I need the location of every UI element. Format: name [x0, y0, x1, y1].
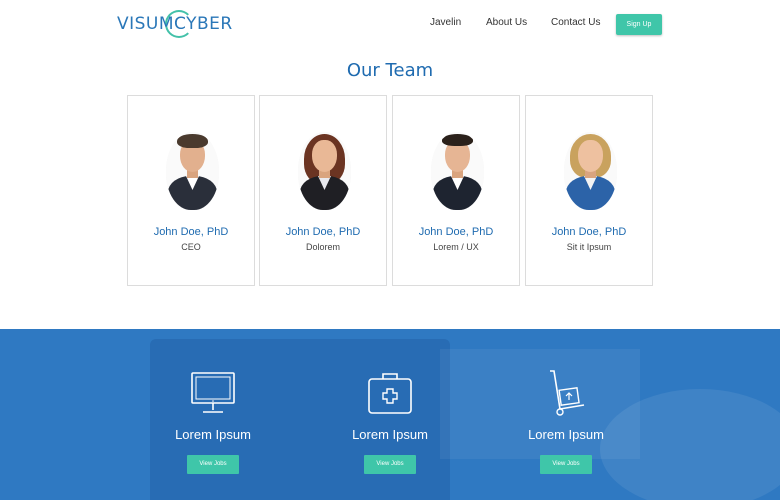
member-name: John Doe, PhD	[285, 226, 361, 238]
member-name: John Doe, PhD	[551, 226, 627, 238]
member-role: Lorem / UX	[433, 242, 479, 252]
view-jobs-button[interactable]: View Jobs	[540, 455, 592, 474]
features-section: Lorem Ipsum View Jobs Lorem Ipsum View J…	[0, 329, 780, 500]
feature-item: Lorem Ipsum View Jobs	[486, 329, 646, 500]
avatar	[564, 132, 617, 210]
team-card[interactable]: John Doe, PhD Dolorem	[259, 95, 387, 286]
feature-item: Lorem Ipsum View Jobs	[133, 329, 293, 500]
hand-truck-icon	[550, 370, 585, 416]
team-section: Our Team John Doe, PhD CEO John Doe, PhD…	[0, 46, 780, 330]
feature-title: Lorem Ipsum	[175, 427, 251, 442]
member-name: John Doe, PhD	[153, 226, 229, 238]
team-card[interactable]: John Doe, PhD Lorem / UX	[392, 95, 520, 286]
team-card[interactable]: John Doe, PhD CEO	[127, 95, 255, 286]
medical-kit-icon	[368, 373, 412, 414]
sign-up-button[interactable]: Sign Up	[616, 14, 662, 35]
nav-javelin[interactable]: Javelin	[430, 17, 461, 28]
nav-contact-us[interactable]: Contact Us	[551, 17, 600, 28]
nav-about-us[interactable]: About Us	[486, 17, 527, 28]
avatar	[431, 132, 484, 210]
avatar	[166, 132, 219, 210]
avatar	[298, 132, 351, 210]
computer-monitor-icon	[191, 372, 235, 413]
member-role: Sit it Ipsum	[566, 242, 612, 252]
feature-item: Lorem Ipsum View Jobs	[310, 329, 470, 500]
visumcyber-logo[interactable]: VISUMCYBER	[117, 9, 232, 38]
site-header: VISUMCYBER Javelin About Us Contact Us S…	[0, 0, 780, 46]
view-jobs-button[interactable]: View Jobs	[364, 455, 416, 474]
member-role: CEO	[181, 242, 201, 252]
feature-title: Lorem Ipsum	[352, 427, 428, 442]
logo-text: VISUMCYBER	[117, 14, 233, 34]
view-jobs-button[interactable]: View Jobs	[187, 455, 239, 474]
feature-title: Lorem Ipsum	[528, 427, 604, 442]
team-title: Our Team	[346, 60, 434, 81]
member-role: Dolorem	[305, 242, 340, 252]
member-name: John Doe, PhD	[418, 226, 494, 238]
team-card[interactable]: John Doe, PhD Sit it Ipsum	[525, 95, 653, 286]
